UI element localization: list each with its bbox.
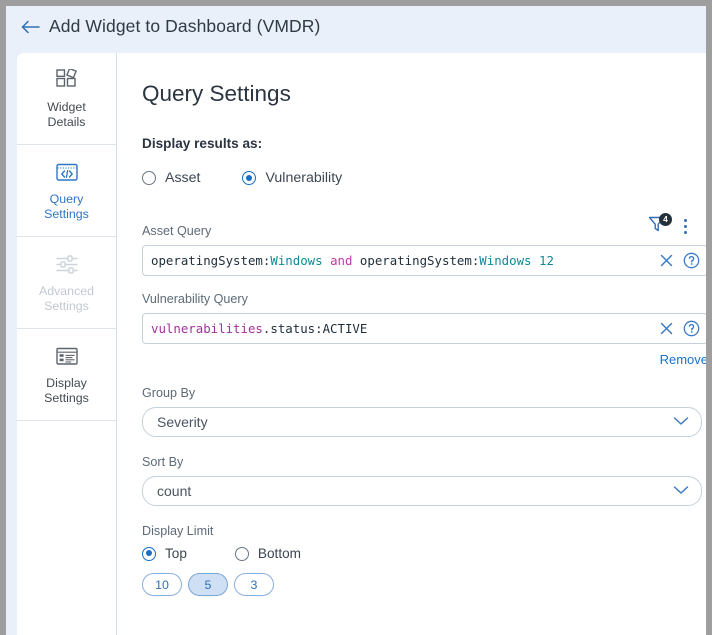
sort-by-label: Sort By: [142, 455, 184, 469]
display-limit-chips: 10 5 3: [142, 573, 706, 596]
display-limit-radio-group: Top Bottom: [142, 546, 706, 561]
display-limit-label: Display Limit: [142, 524, 214, 538]
dialog-header: Add Widget to Dashboard (VMDR): [6, 6, 706, 47]
radio-circle: [242, 171, 257, 185]
more-vertical-icon[interactable]: [678, 215, 692, 237]
question-circle-icon[interactable]: [683, 320, 700, 337]
vulnerability-query-text: vulnerabilities.status:ACTIVE: [151, 321, 368, 336]
sidebar-item-label: Advanced Settings: [38, 284, 95, 313]
sidebar-item-widget-details[interactable]: Widget Details: [17, 53, 116, 145]
asset-query-label: Asset Query: [142, 224, 212, 238]
display-results-label: Display results as:: [142, 136, 263, 151]
layout-icon: [54, 343, 80, 369]
page-title: Add Widget to Dashboard (VMDR): [49, 16, 321, 36]
asset-query-input[interactable]: operatingSystem:Windows and operatingSys…: [142, 245, 706, 276]
section-title: Query Settings: [142, 81, 291, 106]
vulnerability-query-input[interactable]: vulnerabilities.status:ACTIVE: [142, 313, 706, 344]
add-widget-dialog: Add Widget to Dashboard (VMDR) Widget De…: [6, 6, 706, 635]
group-by-group: Group By Severity: [142, 386, 706, 437]
sort-by-group: Sort By count: [142, 455, 706, 506]
limit-chip-10[interactable]: 10: [142, 573, 182, 596]
radio-option-top[interactable]: Top: [142, 546, 187, 561]
group-by-label: Group By: [142, 386, 196, 400]
widgets-icon: [55, 67, 79, 93]
sidebar-item-advanced-settings[interactable]: Advanced Settings: [17, 237, 116, 329]
sidebar-item-display-settings[interactable]: Display Settings: [17, 329, 116, 421]
arrow-left-icon: [21, 20, 40, 33]
asset-query-header: Asset Query 4: [142, 213, 706, 238]
chevron-down-icon: [673, 413, 689, 431]
radio-label: Vulnerability: [265, 170, 343, 186]
code-icon: [54, 159, 80, 185]
filter-funnel-icon[interactable]: 4: [647, 213, 672, 238]
vulnerability-query-label: Vulnerability Query: [142, 292, 248, 306]
radio-circle: [234, 546, 249, 561]
display-limit-group: Display Limit Top Bottom 10 5 3: [142, 524, 706, 596]
radio-option-bottom[interactable]: Bottom: [234, 546, 301, 561]
question-circle-icon[interactable]: [683, 252, 700, 269]
limit-chip-5[interactable]: 5: [188, 573, 228, 596]
radio-label: Top: [165, 546, 187, 561]
sidebar-item-label: Display Settings: [44, 376, 89, 405]
sidebar-item-label: Query Settings: [44, 192, 89, 221]
main-panel: Query Settings Display results as: Asset…: [117, 53, 706, 635]
remove-row: Remove: [142, 351, 706, 369]
close-x-icon[interactable]: [659, 253, 674, 268]
radio-option-asset[interactable]: Asset: [142, 170, 200, 186]
asset-query-tools: 4: [647, 213, 692, 238]
radio-label: Asset: [165, 170, 201, 186]
sort-by-select[interactable]: count: [142, 476, 702, 506]
result-type-radio-group: Asset Vulnerability: [142, 170, 706, 186]
limit-chip-3[interactable]: 3: [234, 573, 274, 596]
sort-by-value: count: [157, 483, 192, 499]
group-by-select[interactable]: Severity: [142, 407, 702, 437]
filter-badge-count: 4: [659, 213, 672, 226]
back-button[interactable]: [17, 14, 43, 40]
sliders-icon: [54, 251, 80, 277]
radio-option-vulnerability[interactable]: Vulnerability: [242, 170, 342, 186]
radio-label: Bottom: [257, 546, 301, 561]
remove-query-link[interactable]: Remove: [660, 352, 706, 367]
chevron-down-icon: [673, 482, 689, 500]
sidebar-filler: [17, 421, 116, 461]
close-x-icon[interactable]: [659, 321, 674, 336]
asset-query-text: operatingSystem:Windows and operatingSys…: [151, 253, 554, 268]
radio-circle: [142, 171, 156, 185]
sidebar-item-label: Widget Details: [47, 100, 86, 129]
dialog-body: Widget Details Query Settings Advanced S…: [17, 53, 706, 635]
vulnerability-query-actions: [659, 314, 700, 343]
asset-query-actions: [659, 246, 700, 275]
radio-circle: [142, 546, 156, 561]
sidebar-nav: Widget Details Query Settings Advanced S…: [17, 53, 117, 635]
sidebar-item-query-settings[interactable]: Query Settings: [17, 145, 116, 237]
group-by-value: Severity: [157, 414, 208, 430]
